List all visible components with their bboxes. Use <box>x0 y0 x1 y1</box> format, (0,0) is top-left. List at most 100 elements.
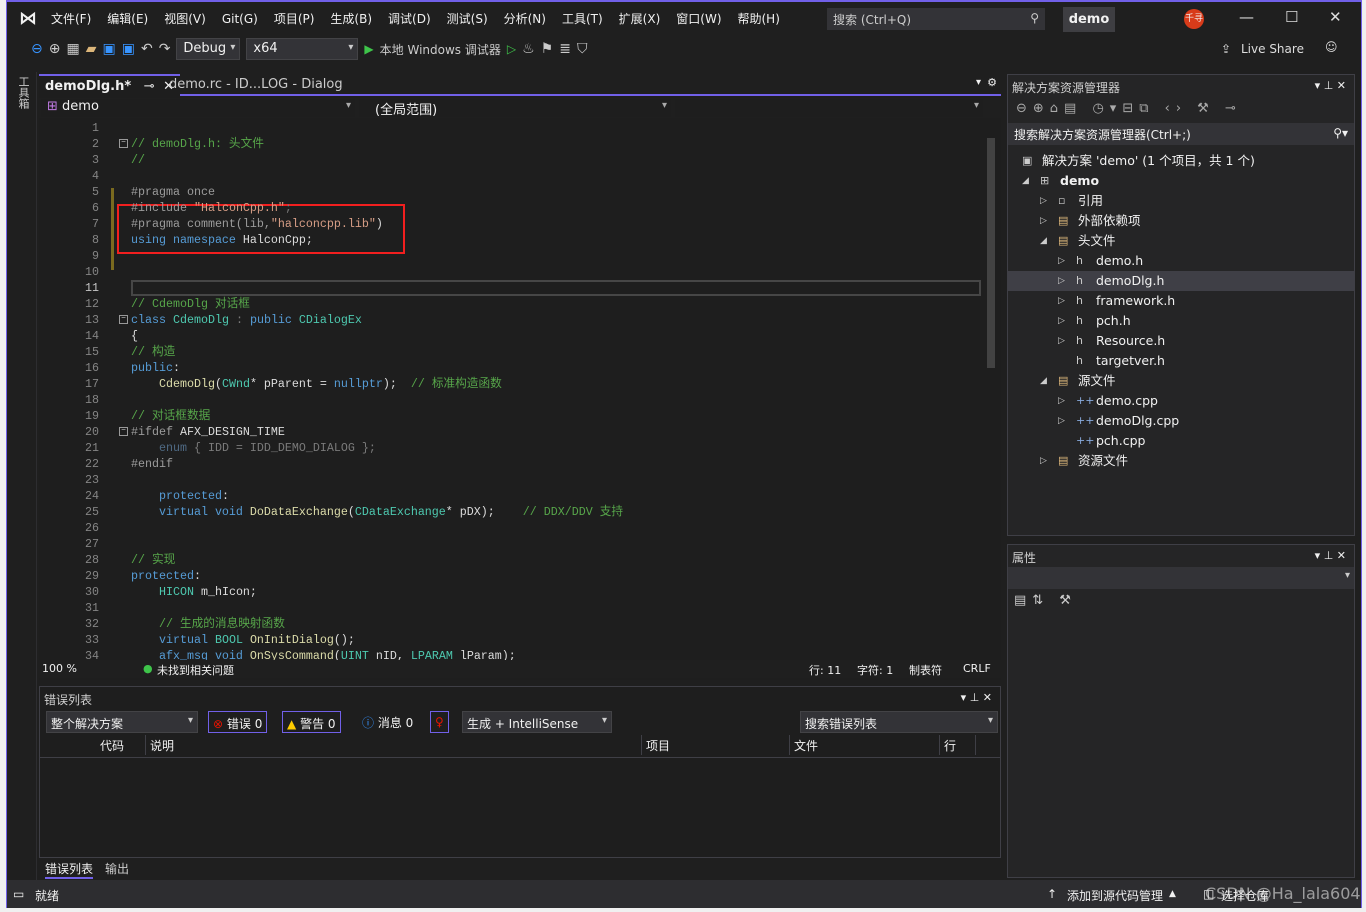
messages-filter[interactable]: ⓘ 消息 0 <box>358 711 417 733</box>
menu-item[interactable]: 扩展(X) <box>611 12 669 26</box>
configuration-select[interactable]: Debug <box>176 38 241 60</box>
save-all-icon[interactable]: ▣ <box>122 41 135 57</box>
column-number[interactable]: 字符: 1 <box>857 662 893 678</box>
filter-button[interactable]: ♀ <box>430 711 449 733</box>
expand-arrow-icon[interactable]: ▷ <box>1040 211 1047 231</box>
menu-item[interactable]: 窗口(W) <box>668 12 729 26</box>
live-share-button[interactable]: Live Share <box>1241 42 1304 56</box>
expand-arrow-icon[interactable]: ▷ <box>1058 291 1065 311</box>
vertical-scrollbar[interactable] <box>983 120 1001 660</box>
menu-item[interactable]: 工具(T) <box>554 12 611 26</box>
menu-item[interactable]: 测试(S) <box>439 12 496 26</box>
tab-output[interactable]: 输出 <box>105 860 129 877</box>
bookmark-icon[interactable]: ⚑ <box>541 41 554 57</box>
live-share-icon[interactable]: ⇪ <box>1221 42 1231 56</box>
scope-dropdown[interactable]: (全局范围) <box>359 99 671 118</box>
avatar[interactable]: 千寻 <box>1184 9 1204 29</box>
notification-icon[interactable]: ▭ <box>13 887 24 901</box>
maximize-button[interactable]: ☐ <box>1285 8 1298 26</box>
start-without-debug-icon[interactable]: ▷ <box>507 42 516 56</box>
new-project-icon[interactable]: ▦ <box>66 41 79 57</box>
back-icon[interactable]: ⊖ <box>31 41 43 57</box>
panel-controls-icon[interactable]: ▾ ⊥ ✕ <box>1315 549 1346 562</box>
menu-item[interactable]: Git(G) <box>214 12 266 26</box>
panel-controls-icon[interactable]: ▾ ⊥ ✕ <box>1315 79 1346 92</box>
tab-error-list[interactable]: 错误列表 <box>45 860 94 879</box>
code-area[interactable]: 1 2−// demoDlg.h: 头文件 3//4 5 #pragma once 6 #i… <box>39 120 981 660</box>
fold-toggle-icon[interactable]: − <box>119 139 128 148</box>
menu-item[interactable]: 项目(P) <box>266 12 323 26</box>
tab-demodlg-h[interactable]: demoDlg.h* ⊸ ✕ <box>39 74 181 96</box>
line-number[interactable]: 行: 11 <box>809 662 841 678</box>
start-debug-button[interactable]: 本地 Windows 调试器 <box>380 41 501 58</box>
expand-arrow-icon[interactable]: ▷ <box>1058 391 1065 411</box>
solution-toolbar[interactable]: ⊖⊕⌂▤ ◷▾⊟⧉ ‹› ⚒ ⊸ <box>1008 97 1354 123</box>
issues-status[interactable]: 未找到相关问题 <box>157 662 234 678</box>
comment-icon[interactable]: ≣ <box>559 41 571 57</box>
expand-arrow-icon[interactable]: ▷ <box>1040 451 1047 471</box>
object-select[interactable] <box>1008 567 1354 589</box>
menu-item[interactable]: 视图(V) <box>156 12 214 26</box>
tree-item[interactable]: ◢ ▤ 源文件 <box>1008 371 1354 391</box>
warnings-filter[interactable]: ▲ 警告 0 <box>282 711 341 733</box>
redo-icon[interactable]: ↷ <box>159 41 171 57</box>
minimize-button[interactable]: — <box>1239 8 1254 26</box>
column-project[interactable]: 项目 <box>642 735 790 755</box>
solution-search[interactable]: 搜索解决方案资源管理器(Ctrl+;) ⚲▾ <box>1008 123 1354 145</box>
tree-item[interactable]: ▷ ▤ 资源文件 <box>1008 451 1354 471</box>
expand-arrow-icon[interactable]: ◢ <box>1022 171 1029 191</box>
source-filter[interactable]: 生成 + IntelliSense <box>462 711 612 733</box>
menu-item[interactable]: 生成(B) <box>322 12 380 26</box>
expand-arrow-icon[interactable]: ▷ <box>1058 271 1065 291</box>
tree-item[interactable]: ▷ h demo.h <box>1008 251 1354 271</box>
tree-item[interactable]: ◢ ▤ 头文件 <box>1008 231 1354 251</box>
tab-demo-rc[interactable]: demo.rc - ID...LOG - Dialog <box>163 74 349 96</box>
undo-icon[interactable]: ↶ <box>141 41 153 57</box>
tree-item[interactable]: h targetver.h <box>1008 351 1354 371</box>
expand-arrow-icon[interactable]: ▷ <box>1058 311 1065 331</box>
save-icon[interactable]: ▣ <box>102 41 115 57</box>
project-dropdown[interactable]: ⊞ demo <box>41 99 355 117</box>
expand-arrow-icon[interactable]: ▷ <box>1058 331 1065 351</box>
menu-item[interactable]: 调试(D) <box>380 12 439 26</box>
tree-item[interactable]: ▣ 解决方案 'demo' (1 个项目，共 1 个) <box>1008 151 1354 171</box>
close-button[interactable]: ✕ <box>1329 8 1342 26</box>
column-file[interactable]: 文件 <box>790 735 940 755</box>
column-line[interactable]: 行 <box>940 735 976 755</box>
fold-toggle-icon[interactable]: − <box>119 427 128 436</box>
menu-item[interactable]: 编辑(E) <box>99 12 156 26</box>
tree-item[interactable]: ▷ ▫ 引用 <box>1008 191 1354 211</box>
tab-list-icon[interactable]: ▾ <box>976 77 981 88</box>
column-description[interactable]: 说明 <box>146 735 642 755</box>
properties-toolbar[interactable]: ▤⇅ ⚒ <box>1008 589 1354 612</box>
scope-filter[interactable]: 整个解决方案 <box>46 711 198 733</box>
expand-arrow-icon[interactable]: ◢ <box>1040 371 1047 391</box>
line-ending[interactable]: CRLF <box>963 662 991 675</box>
column-code[interactable]: 代码 <box>96 735 146 755</box>
panel-controls-icon[interactable]: ▾ ⊥ ✕ <box>961 691 992 704</box>
settings-icon[interactable]: ⚙ <box>987 76 997 89</box>
forward-icon[interactable]: ⊕ <box>49 41 61 57</box>
tree-item[interactable]: ▷ h Resource.h <box>1008 331 1354 351</box>
menu-item[interactable]: 分析(N) <box>496 12 554 26</box>
expand-arrow-icon[interactable]: ▷ <box>1058 251 1065 271</box>
member-dropdown[interactable] <box>675 99 983 117</box>
toolbox-tab[interactable]: 工具箱 <box>15 76 31 109</box>
zoom-level[interactable]: 100 % <box>42 662 77 675</box>
search-box[interactable]: 搜索 (Ctrl+Q) ⚲ <box>827 8 1045 30</box>
expand-arrow-icon[interactable]: ▷ <box>1058 411 1065 431</box>
tree-item[interactable]: ▷ h pch.h <box>1008 311 1354 331</box>
bookmark-icon-2[interactable]: ⛉ <box>577 41 588 57</box>
platform-select[interactable]: x64 <box>246 38 359 60</box>
menu-item[interactable]: 帮助(H) <box>730 12 788 26</box>
error-search[interactable]: 搜索错误列表 <box>800 711 998 733</box>
tabs-mode[interactable]: 制表符 <box>909 662 942 678</box>
start-debug-icon[interactable]: ▶ <box>364 42 373 56</box>
menu-item[interactable]: 文件(F) <box>43 12 99 26</box>
tree-item[interactable]: ▷ ▤ 外部依赖项 <box>1008 211 1354 231</box>
open-icon[interactable]: ▰ <box>86 41 97 57</box>
expand-arrow-icon[interactable]: ▷ <box>1040 191 1047 211</box>
tree-item[interactable]: ▷ h framework.h <box>1008 291 1354 311</box>
fold-toggle-icon[interactable]: − <box>119 315 128 324</box>
scrollbar-thumb[interactable] <box>987 138 995 368</box>
